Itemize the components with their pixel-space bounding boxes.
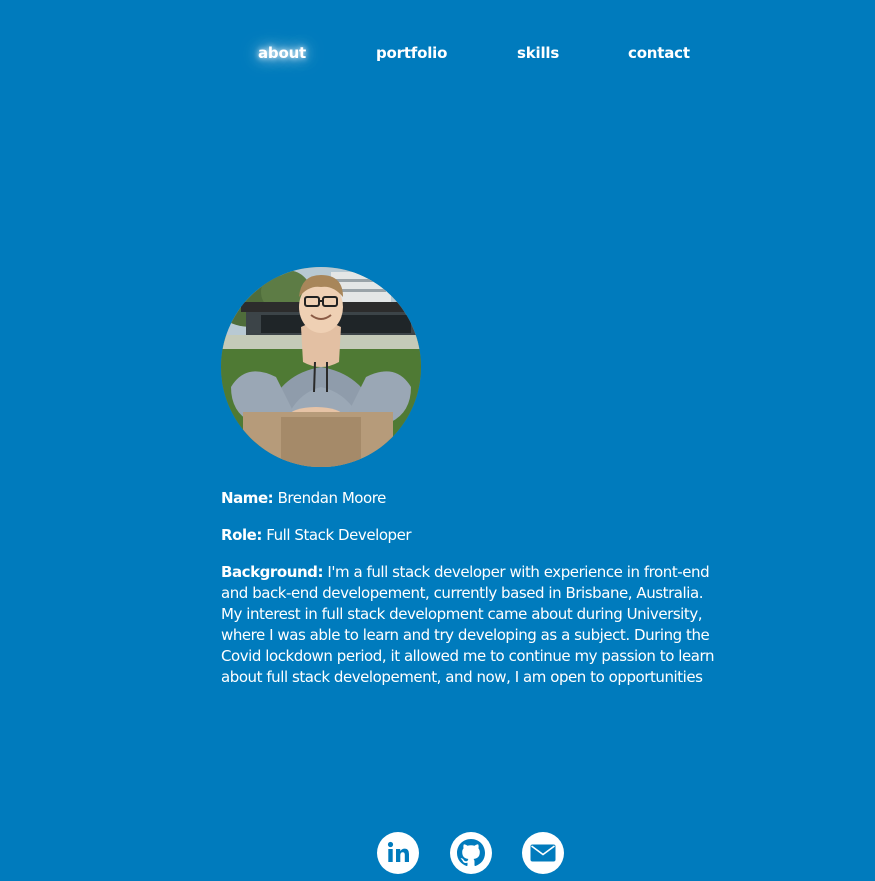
role-label: Role:: [221, 526, 262, 544]
role-value: Full Stack Developer: [266, 526, 412, 544]
social-links: [0, 831, 875, 875]
name-label: Name:: [221, 489, 274, 507]
linkedin-icon[interactable]: [376, 831, 420, 875]
role-line: Role: Full Stack Developer: [221, 525, 721, 546]
background-value: I'm a full stack developer with experien…: [221, 563, 715, 686]
background-line: Background: I'm a full stack developer w…: [221, 562, 721, 688]
github-icon[interactable]: [449, 831, 493, 875]
profile-photo: [221, 267, 421, 467]
name-value: Brendan Moore: [277, 489, 387, 507]
name-line: Name: Brendan Moore: [221, 488, 721, 509]
nav-contact-link[interactable]: contact: [628, 40, 690, 66]
nav-about-link[interactable]: about: [258, 40, 306, 66]
email-icon[interactable]: [521, 831, 565, 875]
nav-portfolio-link[interactable]: portfolio: [376, 40, 447, 66]
profile-photo-image: [221, 267, 421, 467]
background-label: Background:: [221, 563, 324, 581]
about-section: Name: Brendan Moore Role: Full Stack Dev…: [221, 488, 721, 704]
nav-skills-link[interactable]: skills: [517, 40, 559, 66]
main-nav: about portfolio skills contact: [0, 40, 875, 68]
